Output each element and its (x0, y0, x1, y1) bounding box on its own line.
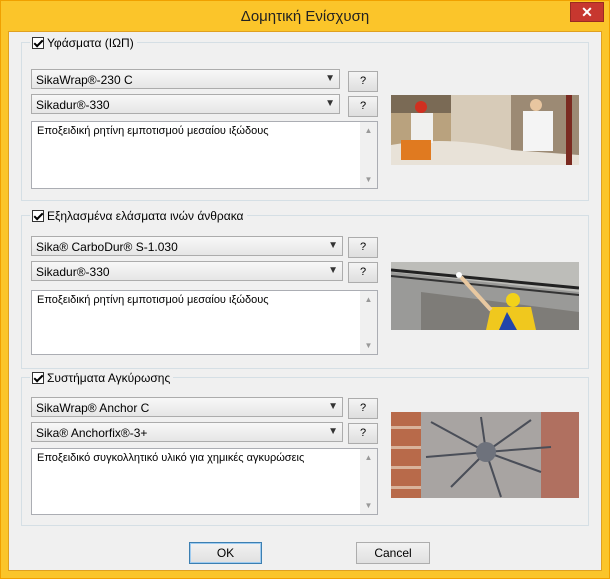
anchor-photo-image (391, 412, 579, 498)
scrollbar[interactable]: ▲ ▼ (360, 449, 377, 514)
group-carbon-laminates: Εξηλασμένα ελάσματα ινών άνθρακα Sika® C… (21, 208, 589, 369)
fabric-resin-value: Sikadur®-330 (36, 98, 110, 112)
fabric-resin-select[interactable]: Sikadur®-330 ▼ (31, 94, 340, 114)
fabric-description-box[interactable]: Εποξειδική ρητίνη εμποτισμού μεσαίου ιξώ… (31, 121, 378, 189)
fabrics-checkbox[interactable] (32, 37, 44, 49)
fabric-product-help-button[interactable]: ? (348, 71, 378, 92)
anchor-photo (391, 412, 579, 498)
anchor-adhesive-help-button[interactable]: ? (348, 423, 378, 444)
group-anchoring: Συστήματα Αγκύρωσης SikaWrap® Anchor C ▼… (21, 370, 589, 526)
chevron-down-icon: ▼ (328, 265, 338, 276)
carbon-checkbox[interactable] (32, 210, 44, 222)
close-button[interactable]: ✕ (570, 2, 604, 22)
scroll-down-icon[interactable]: ▼ (360, 337, 377, 354)
fabrics-label: Υφάσματα (ΙΩΠ) (47, 36, 134, 50)
carbon-product-help-button[interactable]: ? (348, 237, 378, 258)
ok-button[interactable]: OK (189, 542, 262, 564)
scroll-down-icon[interactable]: ▼ (360, 497, 377, 514)
chevron-down-icon: ▼ (328, 401, 338, 412)
anchor-product-help-button[interactable]: ? (348, 398, 378, 419)
carbon-label: Εξηλασμένα ελάσματα ινών άνθρακα (47, 209, 244, 223)
group-fabrics-header[interactable]: Υφάσματα (ΙΩΠ) (30, 35, 137, 51)
carbon-product-select[interactable]: Sika® CarboDur® S-1.030 ▼ (31, 236, 343, 256)
scrollbar[interactable]: ▲ ▼ (360, 122, 377, 188)
fabric-resin-help-button[interactable]: ? (348, 96, 378, 117)
carbon-photo-image (391, 262, 579, 330)
scroll-up-icon[interactable]: ▲ (360, 122, 377, 139)
anchor-product-select[interactable]: SikaWrap® Anchor C ▼ (31, 397, 343, 417)
carbon-description-box[interactable]: Εποξειδική ρητίνη εμποτισμού μεσαίου ιξώ… (31, 290, 378, 355)
group-fabrics: Υφάσματα (ΙΩΠ) SikaWrap®-230 C ▼ ? Sikad… (21, 35, 589, 201)
scroll-up-icon[interactable]: ▲ (360, 449, 377, 466)
scrollbar[interactable]: ▲ ▼ (360, 291, 377, 354)
chevron-down-icon: ▼ (325, 73, 335, 84)
chevron-down-icon: ▼ (325, 98, 335, 109)
anchor-product-value: SikaWrap® Anchor C (36, 401, 150, 415)
carbon-resin-value: Sikadur®-330 (36, 265, 110, 279)
fabric-description-text: Εποξειδική ρητίνη εμποτισμού μεσαίου ιξώ… (37, 125, 269, 137)
fabric-photo-image (391, 95, 579, 165)
group-anchoring-header[interactable]: Συστήματα Αγκύρωσης (30, 370, 174, 386)
anchor-adhesive-select[interactable]: Sika® Anchorfix®-3+ ▼ (31, 422, 343, 442)
anchor-description-box[interactable]: Εποξειδικό συγκολλητικό υλικό για χημικέ… (31, 448, 378, 515)
anchor-adhesive-value: Sika® Anchorfix®-3+ (36, 426, 148, 440)
scroll-down-icon[interactable]: ▼ (360, 171, 377, 188)
anchoring-label: Συστήματα Αγκύρωσης (47, 371, 171, 385)
carbon-description-text: Εποξειδική ρητίνη εμποτισμού μεσαίου ιξώ… (37, 294, 269, 306)
chevron-down-icon: ▼ (328, 426, 338, 437)
carbon-resin-help-button[interactable]: ? (348, 262, 378, 283)
cancel-button[interactable]: Cancel (356, 542, 430, 564)
dialog-window: Δομητική Ενίσχυση ✕ Υφάσματα (ΙΩΠ) SikaW… (0, 0, 610, 579)
anchoring-checkbox[interactable] (32, 372, 44, 384)
carbon-product-value: Sika® CarboDur® S-1.030 (36, 240, 178, 254)
group-carbon-header[interactable]: Εξηλασμένα ελάσματα ινών άνθρακα (30, 208, 247, 224)
title-bar[interactable]: Δομητική Ενίσχυση ✕ (1, 1, 609, 31)
anchor-description-text: Εποξειδικό συγκολλητικό υλικό για χημικέ… (37, 452, 305, 464)
scroll-up-icon[interactable]: ▲ (360, 291, 377, 308)
dialog-client-area: Υφάσματα (ΙΩΠ) SikaWrap®-230 C ▼ ? Sikad… (8, 31, 602, 571)
fabric-photo (391, 95, 579, 165)
chevron-down-icon: ▼ (328, 240, 338, 251)
fabric-product-value: SikaWrap®-230 C (36, 73, 133, 87)
window-title: Δομητική Ενίσχυση (240, 8, 370, 25)
carbon-photo (391, 262, 579, 330)
fabric-product-select[interactable]: SikaWrap®-230 C ▼ (31, 69, 340, 89)
carbon-resin-select[interactable]: Sikadur®-330 ▼ (31, 261, 343, 281)
